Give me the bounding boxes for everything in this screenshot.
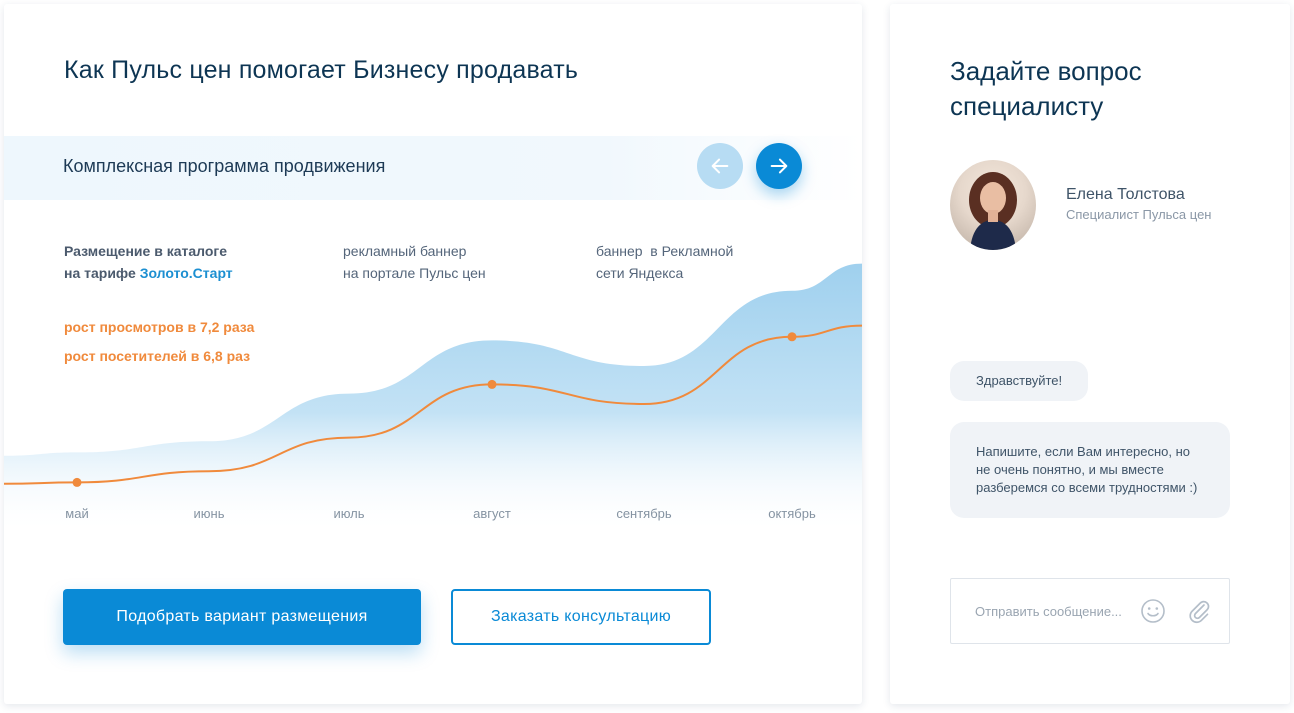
message-input[interactable] [952,580,1137,642]
chat-card: Задайте вопрос специалисту Елена Толстов… [890,4,1290,704]
x-tick-label: июль [333,506,364,521]
column-yandex: баннер в Рекламной сети Яндекса [596,240,733,284]
program-label: Комплексная программа продвижения [63,156,386,176]
order-consultation-button[interactable]: Заказать консультацию [451,589,711,645]
x-tick-label: август [473,506,511,521]
x-tick-label: сентябрь [616,506,672,521]
card-title: Как Пульс цен помогает Бизнесу продавать [64,56,579,84]
specialist-name: Елена Толстова [1066,186,1185,203]
chart-area [4,263,862,534]
smiley-icon [1141,599,1165,623]
specialist-photo-icon [969,172,1017,250]
chart-point [72,477,82,487]
next-button[interactable] [756,143,802,189]
choose-placement-button[interactable]: Подобрать вариант размещения [63,589,421,645]
growth-visitors: рост посетителей в 6,8 раз [64,348,251,364]
paperclip-icon [1189,600,1210,624]
column-yandex-line1: баннер в Рекламной [596,243,734,259]
column-yandex-line2: сети Яндекса [596,265,684,281]
attach-button[interactable] [1185,597,1213,625]
chart-point [787,332,797,342]
growth-views: рост просмотров в 7,2 раза [64,319,255,335]
column-banner: рекламный баннер на портале Пульс цен [343,240,486,284]
chat-message: Напишите, если Вам интересно, но не очен… [950,422,1230,518]
column-catalog-prefix: на тарифе [64,265,140,281]
x-tick-label: октябрь [768,506,816,521]
column-catalog-line1: Размещение в каталоге [64,243,228,259]
specialist-role: Специалист Пульса цен [1066,207,1212,222]
tariff-link[interactable]: Золото.Старт [140,265,233,281]
emoji-button[interactable] [1140,598,1166,624]
arrow-right-icon [770,158,788,174]
column-banner-line1: рекламный баннер [343,243,467,259]
growth-chart: май июнь июль август сентябрь октябрь [4,263,862,534]
chat-title: Задайте вопрос специалисту [950,56,1142,121]
x-tick-label: май [65,506,88,521]
chart-point [487,379,497,389]
avatar [950,160,1036,250]
chat-message: Здравствуйте! [950,361,1089,401]
column-banner-line2: на портале Пульс цен [343,265,486,281]
column-catalog: Размещение в каталоге на тарифе Золото.С… [64,240,233,284]
arrow-left-icon [711,158,729,174]
message-composer [950,578,1230,644]
promo-card: Как Пульс цен помогает Бизнесу продавать… [4,4,862,704]
column-catalog-line2: на тарифе Золото.Старт [64,262,233,284]
prev-button[interactable] [697,143,743,189]
x-tick-label: июнь [194,506,225,521]
